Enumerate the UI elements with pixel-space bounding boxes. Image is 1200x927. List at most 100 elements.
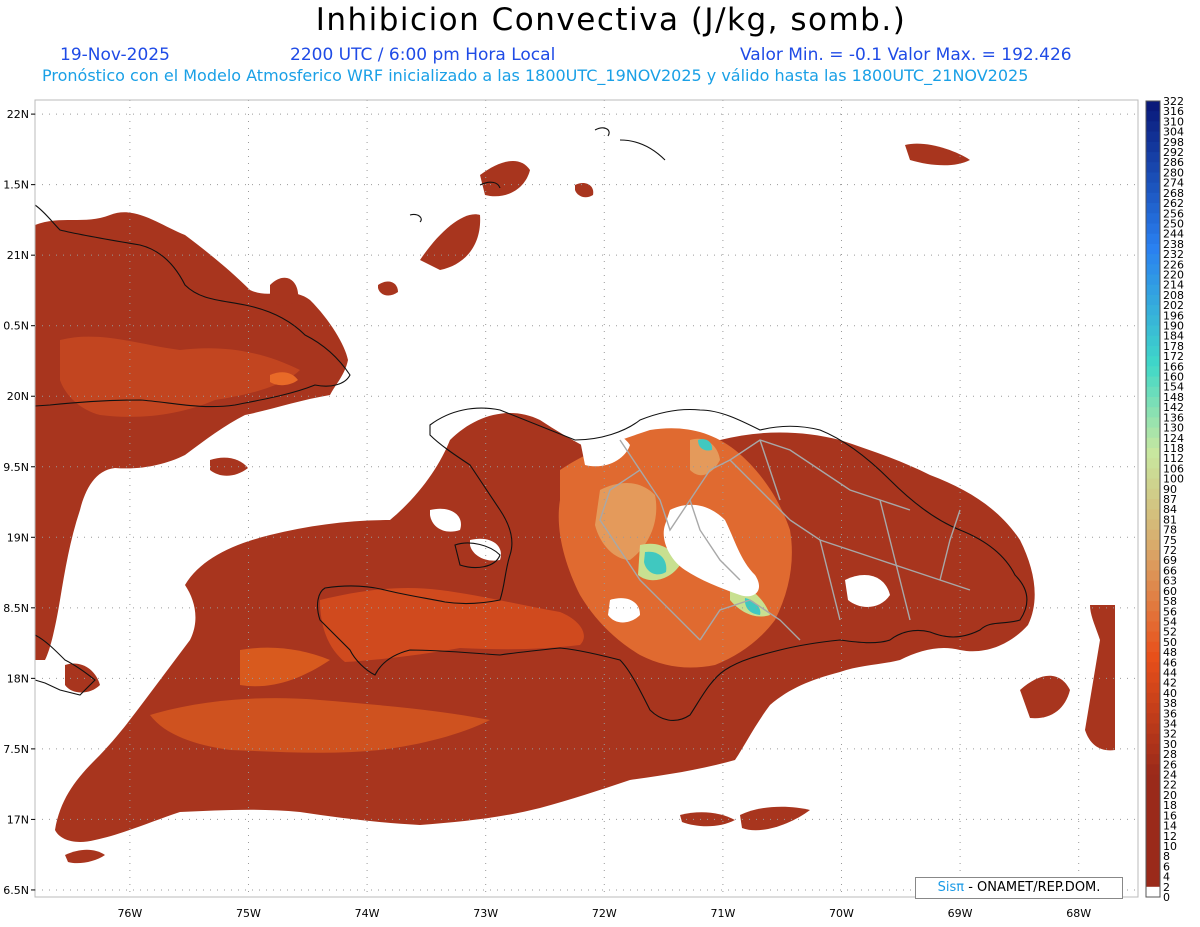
colorbar-segment xyxy=(1146,152,1160,163)
colorbar-segment xyxy=(1146,743,1160,755)
colorbar-segment xyxy=(1146,345,1160,357)
colorbar-segment xyxy=(1146,264,1160,275)
colorbar-segment xyxy=(1146,101,1160,112)
colorbar-segment xyxy=(1146,243,1160,255)
colorbar-segment xyxy=(1146,652,1160,663)
colorbar-segment xyxy=(1146,172,1160,184)
colorbar-segment xyxy=(1146,366,1160,378)
colorbar-segment xyxy=(1146,580,1160,592)
colorbar-segment xyxy=(1146,570,1160,582)
lon-label: 70W xyxy=(829,907,854,920)
colorbar-segment xyxy=(1146,376,1160,388)
colorbar-segment xyxy=(1146,294,1160,306)
colorbar-segment xyxy=(1146,427,1160,439)
colorbar-segment xyxy=(1146,335,1160,347)
colorbar-segment xyxy=(1146,703,1160,714)
lon-label: 75W xyxy=(236,907,261,920)
colorbar-segment xyxy=(1146,233,1160,245)
colorbar-segment xyxy=(1146,305,1160,316)
colorbar-segment xyxy=(1146,631,1160,643)
colorbar-segment xyxy=(1146,672,1160,684)
colorbar-segment xyxy=(1146,560,1160,571)
colorbar-segment xyxy=(1146,325,1160,337)
lat-label: 21N xyxy=(7,249,29,262)
colorbar-segment xyxy=(1146,876,1160,888)
lon-label: 69W xyxy=(948,907,973,920)
colorbar-segment xyxy=(1146,662,1160,673)
credit-text: - ONAMET/REP.DOM. xyxy=(968,880,1101,895)
colorbar-segment xyxy=(1146,121,1160,133)
colorbar-segment xyxy=(1146,447,1160,459)
colorbar-segment xyxy=(1146,468,1160,480)
lat-label: 8.5N xyxy=(3,602,29,615)
colorbar-segment xyxy=(1146,437,1160,449)
lat-label: 0.5N xyxy=(3,320,29,333)
colorbar-segment xyxy=(1146,407,1160,418)
colorbar-segment xyxy=(1146,274,1160,286)
colorbar-segment xyxy=(1146,284,1160,296)
lat-label: 7.5N xyxy=(3,743,29,756)
colorbar-segment xyxy=(1146,835,1160,847)
colorbar-segment xyxy=(1146,203,1160,214)
colorbar-segment xyxy=(1146,396,1160,408)
colorbar-segment xyxy=(1146,713,1160,725)
colorbar-segment xyxy=(1146,539,1160,551)
colorbar-segment xyxy=(1146,417,1160,429)
colorbar-segment xyxy=(1146,866,1160,878)
colorbar-segment xyxy=(1146,141,1160,153)
colorbar-segment xyxy=(1146,621,1160,633)
colorbar-segment xyxy=(1146,499,1160,510)
colorbar-segment xyxy=(1146,723,1160,735)
colorbar-segment xyxy=(1146,386,1160,398)
colorbar-segment xyxy=(1146,682,1160,694)
colorbar-segment xyxy=(1146,856,1160,867)
colorbar-segment xyxy=(1146,815,1160,827)
lat-label: 20N xyxy=(7,390,29,403)
colorbar-segment xyxy=(1146,754,1160,765)
colorbar-segment xyxy=(1146,764,1160,776)
colorbar-segment xyxy=(1146,223,1160,235)
colorbar-segment xyxy=(1146,509,1160,520)
lon-label: 72W xyxy=(592,907,617,920)
longitude-labels: 76W 75W 74W 73W 72W 71W 70W 69W 68W xyxy=(117,907,1091,920)
forecast-map: 22N 1.5N 21N 0.5N 20N 9.5N 19N 8.5N 18N 7.5N 17N 6.… xyxy=(3,95,1184,920)
colorbar-segment xyxy=(1146,254,1160,265)
colorbar-segment xyxy=(1146,192,1160,204)
colorbar-segment xyxy=(1146,111,1160,122)
latitude-labels: 22N 1.5N 21N 0.5N 20N 9.5N 19N 8.5N 18N 7.5N 17N 6.… xyxy=(3,108,35,897)
colorbar-segment xyxy=(1146,182,1160,194)
colorbar-segment xyxy=(1146,550,1160,561)
colorbar-segment xyxy=(1146,315,1160,327)
colorbar-segment xyxy=(1146,784,1160,796)
lon-label: 76W xyxy=(117,907,142,920)
colorbar-segment xyxy=(1146,805,1160,816)
colorbar-segment xyxy=(1146,774,1160,786)
colorbar-segment xyxy=(1146,213,1160,224)
colorbar-segment xyxy=(1146,601,1160,612)
colorbar-segment xyxy=(1146,162,1160,173)
colorbar: 3223163103042982922862802742682622562502… xyxy=(1145,95,1184,904)
colorbar-segment xyxy=(1146,458,1160,469)
lat-label: 19N xyxy=(7,531,29,544)
lat-label: 22N xyxy=(7,108,29,121)
colorbar-segment xyxy=(1146,611,1160,622)
colorbar-segment xyxy=(1146,529,1160,541)
colorbar-segment xyxy=(1146,733,1160,745)
credit-box: Sisπ - ONAMET/REP.DOM. xyxy=(915,877,1123,899)
lon-label: 73W xyxy=(473,907,498,920)
colorbar-segment xyxy=(1146,641,1160,653)
colorbar-segment xyxy=(1146,131,1160,143)
colorbar-segment xyxy=(1146,825,1160,837)
colorbar-segment xyxy=(1146,356,1160,367)
colorbar-segment xyxy=(1146,794,1160,806)
colorbar-segment xyxy=(1146,478,1160,490)
colorbar-segment xyxy=(1146,590,1160,602)
lat-label: 1.5N xyxy=(3,179,29,192)
lat-label: 6.5N xyxy=(3,884,29,897)
colorbar-segment xyxy=(1146,845,1160,857)
lat-label: 17N xyxy=(7,813,29,826)
lon-label: 74W xyxy=(355,907,380,920)
sispi-logo: Sisπ xyxy=(937,880,965,895)
colorbar-segment xyxy=(1146,519,1160,531)
colorbar-segment xyxy=(1146,488,1160,500)
